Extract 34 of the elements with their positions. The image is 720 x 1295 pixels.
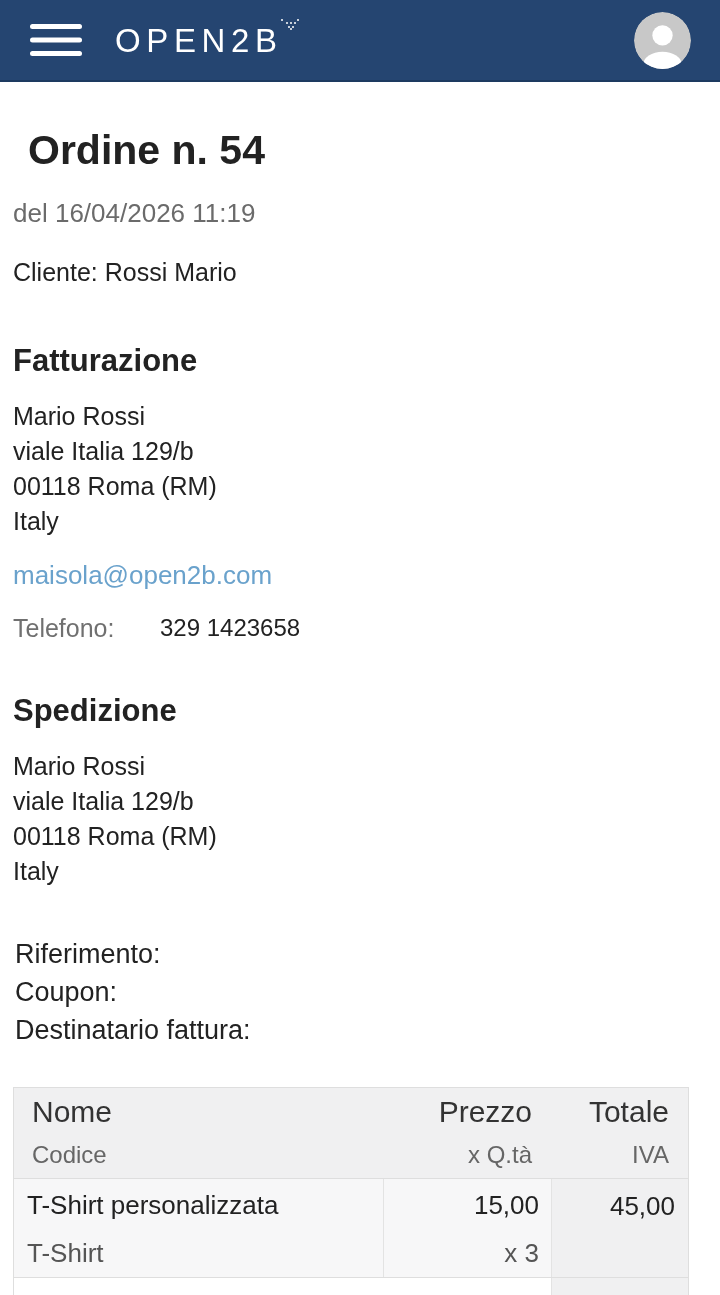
menu-icon[interactable] — [30, 24, 82, 56]
address-line: 00118 Roma (RM) — [13, 821, 217, 852]
address-line: viale Italia 129/b — [13, 436, 194, 467]
section-heading: Spedizione — [13, 692, 177, 730]
unit-price: 15,00 — [473, 1189, 539, 1222]
column-header: Totale — [588, 1094, 669, 1130]
address-line: Mario Rossi — [13, 751, 145, 782]
product-code: T-Shirt — [27, 1237, 104, 1270]
phone-value: 329 1423658 — [160, 613, 301, 643]
column-header: Nome — [32, 1094, 113, 1130]
reference-label: Riferimento: — [15, 938, 161, 971]
phone-label: Telefono: — [13, 613, 116, 644]
order-date: del 16/04/2026 11:19 — [13, 197, 256, 229]
logo-text: OPEN2B — [115, 21, 283, 61]
product-name: T-Shirt personalizzata — [27, 1189, 279, 1222]
column-subheader: Codice — [32, 1140, 107, 1170]
order-title: Ordine n. 54 — [28, 127, 265, 173]
quantity: x 3 — [504, 1237, 539, 1270]
address-line: Italy — [13, 506, 59, 537]
avatar-icon[interactable] — [634, 11, 691, 69]
section-heading: Fatturazione — [13, 342, 198, 380]
address-line: Italy — [13, 856, 59, 887]
sparkle-dots-icon — [280, 18, 299, 30]
column-subheader: x Q.tà — [467, 1140, 532, 1170]
address-line: Mario Rossi — [13, 401, 145, 432]
column-subheader: IVA — [632, 1140, 669, 1170]
column-header: Prezzo — [438, 1094, 532, 1130]
address-line: 00118 Roma (RM) — [13, 471, 217, 502]
line-total: 45,00 — [609, 1190, 675, 1223]
customer-name: Cliente: Rossi Mario — [13, 257, 237, 288]
email-link[interactable]: maisola@open2b.com — [13, 557, 273, 593]
reference-label: Destinatario fattura: — [15, 1014, 251, 1047]
address-line: viale Italia 129/b — [13, 786, 194, 817]
reference-label: Coupon: — [15, 976, 118, 1009]
